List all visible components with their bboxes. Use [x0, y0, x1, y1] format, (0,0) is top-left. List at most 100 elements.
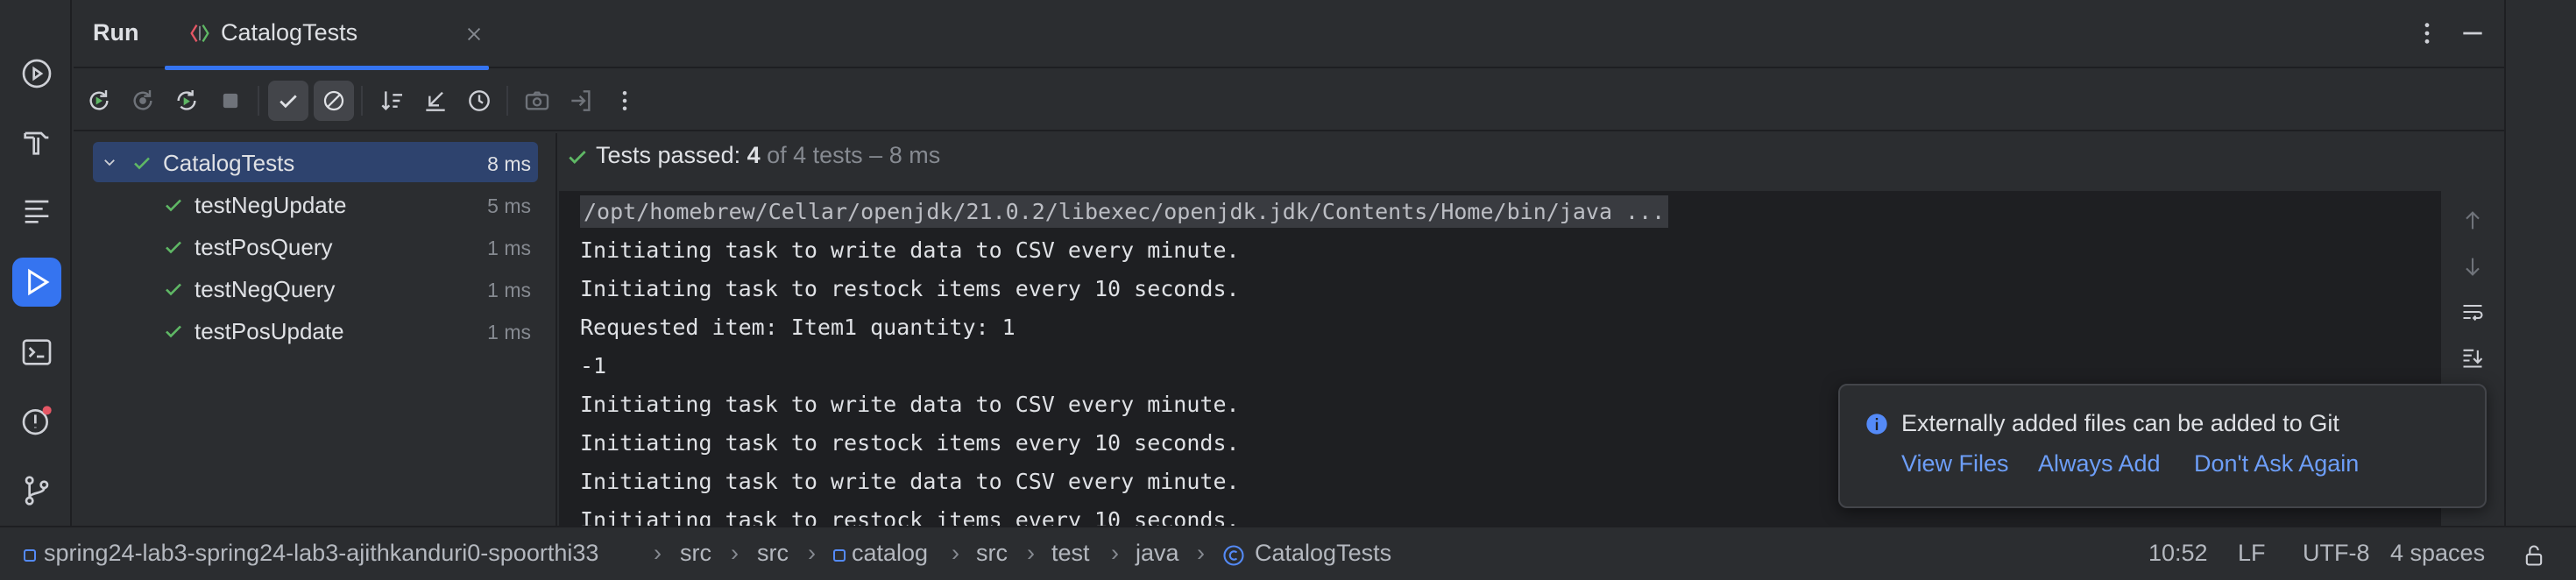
toolbar-separator [361, 86, 363, 116]
breadcrumb-separator: › [1111, 540, 1119, 566]
tree-item-label: testPosQuery [195, 234, 333, 260]
run-icon[interactable] [12, 258, 61, 307]
tree-item-label: testNegUpdate [195, 192, 347, 218]
tree-item-test[interactable]: testNegQuery 1 ms [93, 268, 538, 308]
module-icon [832, 548, 846, 562]
status-suffix: of 4 tests – 8 ms [760, 142, 941, 168]
status-prefix: Tests passed: [596, 142, 747, 168]
breadcrumb-separator: › [654, 540, 662, 566]
git-notification: Externally added files can be added to G… [1838, 384, 2487, 508]
arrow-up-icon[interactable] [2460, 209, 2485, 233]
tab-title: CatalogTests [221, 19, 358, 46]
console-command-line[interactable]: /opt/homebrew/Cellar/openjdk/21.0.2/libe… [580, 193, 2420, 231]
caret-position[interactable]: 10:52 [2148, 540, 2208, 567]
junit-test-icon [188, 21, 212, 46]
breadcrumb-separator: › [808, 540, 816, 566]
build-hammer-icon[interactable] [12, 117, 61, 166]
scroll-to-end-icon[interactable] [2460, 345, 2485, 370]
breadcrumb-separator: › [1027, 540, 1035, 566]
breadcrumb-src[interactable]: src [976, 540, 1008, 567]
git-icon[interactable] [12, 466, 61, 515]
export-icon[interactable] [561, 81, 601, 121]
console-line: Requested item: Item1 quantity: 1 [580, 315, 1016, 340]
indent-setting[interactable]: 4 spaces [2390, 540, 2485, 567]
info-icon [1865, 412, 1889, 436]
passed-check-icon [131, 152, 152, 173]
breadcrumb-separator: › [952, 540, 959, 566]
more-vertical-icon[interactable] [2413, 19, 2441, 47]
breadcrumb-separator: › [731, 540, 739, 566]
line-separator[interactable]: LF [2238, 540, 2266, 567]
tree-item-duration: 1 ms [487, 279, 531, 301]
module-icon [23, 548, 37, 562]
tree-item-duration: 1 ms [487, 321, 531, 343]
console-line: -1 [580, 353, 607, 378]
tab-catalogtests[interactable]: CatalogTests [165, 0, 489, 70]
arrow-down-icon[interactable] [2460, 254, 2485, 279]
test-results-tree: CatalogTests 8 ms testNegUpdate 5 ms tes… [74, 133, 557, 526]
tree-item-duration: 1 ms [487, 237, 531, 259]
passed-check-icon [163, 237, 184, 258]
notification-message: Externally added files can be added to G… [1901, 410, 2339, 436]
more-icon[interactable] [605, 81, 645, 121]
rerun-icon[interactable] [79, 81, 119, 121]
tree-item-duration: 8 ms [487, 152, 531, 175]
passed-check-icon [163, 321, 184, 342]
minimize-icon[interactable] [2459, 19, 2487, 47]
soft-wrap-icon[interactable] [2460, 300, 2485, 324]
structure-icon[interactable] [12, 186, 61, 235]
breadcrumb-java[interactable]: java [1136, 540, 1179, 567]
file-encoding[interactable]: UTF-8 [2303, 540, 2370, 567]
tree-item-label: testPosUpdate [195, 318, 344, 344]
breadcrumb-catalog[interactable]: catalog [852, 540, 928, 567]
history-icon[interactable] [459, 81, 499, 121]
test-status-header: Tests passed: 4 of 4 tests – 8 ms [559, 133, 2504, 191]
tree-item-test[interactable]: testNegUpdate 5 ms [93, 184, 538, 224]
terminal-icon[interactable] [12, 328, 61, 377]
sort-icon[interactable] [372, 81, 412, 121]
tree-item-label: CatalogTests [163, 150, 295, 176]
show-passed-icon[interactable] [268, 81, 308, 121]
status-bar: spring24-lab3-spring24-lab3-ajithkanduri… [0, 526, 2576, 580]
tool-window-title: Run [93, 19, 139, 46]
chevron-down-icon[interactable] [102, 154, 117, 170]
toolbar-separator [258, 86, 259, 116]
tree-item-test[interactable]: testPosQuery 1 ms [93, 226, 538, 266]
breadcrumb-src[interactable]: src [757, 540, 789, 567]
passed-check-icon [163, 195, 184, 216]
show-ignored-icon[interactable] [314, 81, 354, 121]
breadcrumb-test[interactable]: test [1051, 540, 1090, 567]
breadcrumb-src[interactable]: src [680, 540, 711, 567]
tool-window-header: Run CatalogTests [74, 0, 2504, 70]
passed-check-icon [566, 145, 589, 168]
view-files-link[interactable]: View Files [1901, 450, 2009, 477]
services-icon[interactable] [12, 49, 61, 98]
problems-icon[interactable] [12, 396, 61, 445]
console-line: Initiating task to write data to CSV eve… [580, 237, 1240, 263]
tree-item-duration: 5 ms [487, 195, 531, 217]
passed-check-icon [163, 279, 184, 300]
toggle-auto-test-icon[interactable] [166, 81, 207, 121]
screenshot-icon[interactable] [517, 81, 557, 121]
toolbar-separator [506, 86, 508, 116]
class-icon [1221, 543, 1246, 568]
console-line: Initiating task to restock items every 1… [580, 276, 1240, 301]
right-tool-strip [2504, 0, 2576, 526]
left-tool-strip [0, 0, 72, 526]
rerun-failed-icon[interactable] [123, 81, 163, 121]
lock-icon[interactable] [2522, 543, 2546, 568]
test-status-text: Tests passed: 4 of 4 tests – 8 ms [596, 142, 940, 169]
always-add-link[interactable]: Always Add [2038, 450, 2161, 477]
collapse-icon[interactable] [415, 81, 456, 121]
status-count: 4 [747, 142, 761, 168]
dont-ask-again-link[interactable]: Don't Ask Again [2194, 450, 2359, 477]
close-icon[interactable] [464, 25, 484, 44]
tree-item-test[interactable]: testPosUpdate 1 ms [93, 310, 538, 350]
breadcrumb-project[interactable]: spring24-lab3-spring24-lab3-ajithkanduri… [44, 540, 598, 567]
breadcrumb-separator: › [1197, 540, 1205, 566]
run-toolbar [74, 70, 2504, 131]
breadcrumb-class[interactable]: CatalogTests [1255, 540, 1391, 567]
stop-icon[interactable] [210, 81, 251, 121]
tree-item-label: testNegQuery [195, 276, 336, 302]
tree-item-root[interactable]: CatalogTests 8 ms [93, 142, 538, 182]
